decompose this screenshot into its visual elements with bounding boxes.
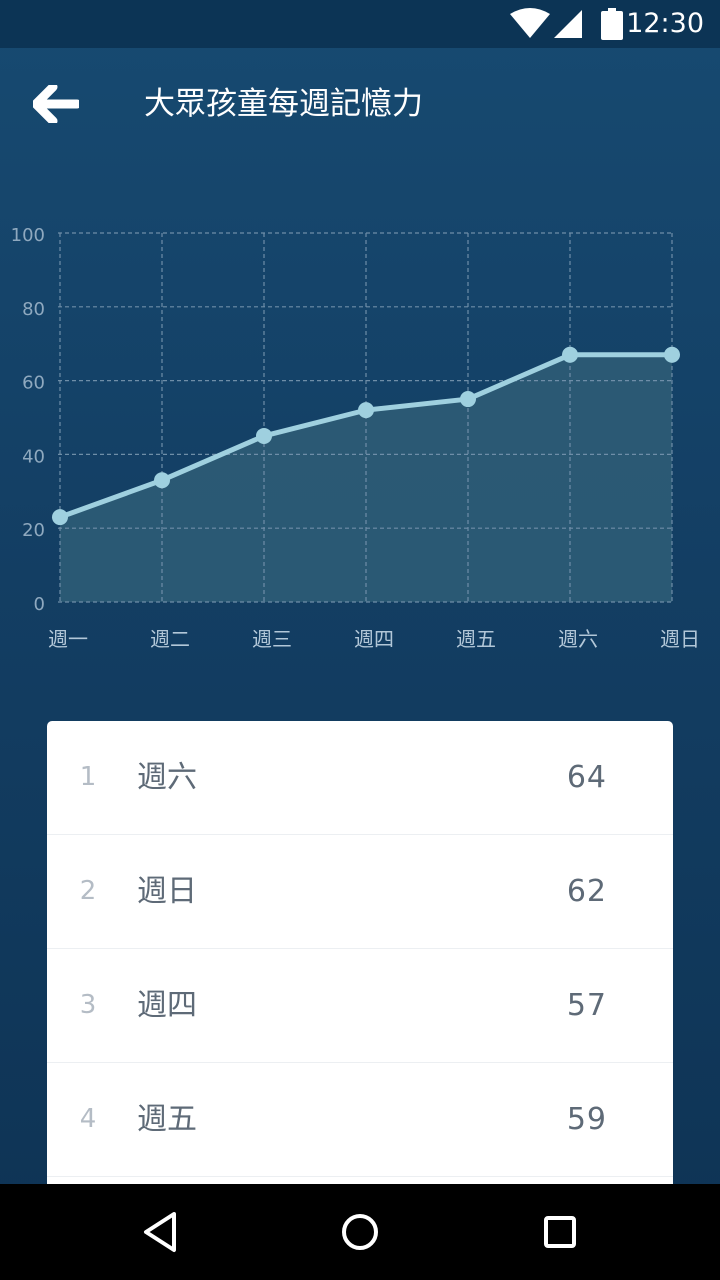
- ranking-value: 57: [566, 988, 607, 1023]
- ranking-row[interactable]: 3 週四 57: [47, 949, 673, 1063]
- chart-y-tick-label: 40: [22, 446, 45, 467]
- home-circle-icon: [342, 1214, 378, 1250]
- chart-data-point: [562, 346, 578, 363]
- chart-y-tick-label: 80: [22, 299, 45, 320]
- ranking-label: 週四: [137, 988, 197, 1023]
- ranking-value: 59: [566, 1102, 607, 1137]
- nav-back-button[interactable]: [124, 1204, 196, 1260]
- ranking-value: 62: [566, 874, 607, 909]
- wifi-icon: [510, 8, 550, 38]
- nav-bar: [0, 1184, 720, 1280]
- chart-data-point: [460, 391, 476, 408]
- chart-y-tick-label: 60: [22, 373, 45, 394]
- ranking-rank: 1: [79, 762, 97, 792]
- chart-data-point: [358, 402, 374, 419]
- ranking-row[interactable]: 2 週日 62: [47, 835, 673, 949]
- cell-signal-icon: [554, 10, 582, 38]
- chart-x-tick-label: 週二: [150, 627, 190, 651]
- ranking-label: 週五: [137, 1102, 197, 1137]
- chart-data-point: [664, 346, 680, 363]
- chart-data-point: [154, 472, 170, 489]
- memory-chart: 0 20 40 60 80 100 週一 週二 週三 週四 週五 週六 週日: [11, 225, 700, 651]
- chart-x-tick-label: 週六: [558, 627, 598, 651]
- app-bar: 大眾孩童每週記憶力: [0, 48, 720, 160]
- chart-x-tick-label: 週一: [48, 627, 88, 651]
- back-triangle-icon: [144, 1212, 176, 1252]
- chart-y-tick-label: 20: [22, 520, 45, 541]
- ranking-value: 64: [566, 760, 607, 795]
- status-time: 12:30: [626, 8, 704, 39]
- nav-home-button[interactable]: [324, 1204, 396, 1260]
- arrow-left-icon: [33, 85, 79, 123]
- page-title: 大眾孩童每週記憶力: [144, 86, 423, 122]
- chart-x-tick-label: 週三: [252, 627, 292, 651]
- chart-data-point: [52, 509, 68, 526]
- back-button[interactable]: [24, 78, 88, 130]
- status-icons: [510, 8, 623, 40]
- nav-recents-button[interactable]: [524, 1204, 596, 1260]
- chart-y-tick-label: 100: [11, 225, 45, 246]
- ranking-label: 週六: [137, 760, 197, 795]
- chart-x-tick-label: 週四: [354, 627, 394, 651]
- ranking-label: 週日: [137, 874, 197, 909]
- chart-x-tick-label: 週日: [660, 627, 700, 651]
- chart-y-tick-label: 0: [34, 594, 45, 615]
- ranking-rank: 4: [79, 1104, 97, 1134]
- recents-square-icon: [544, 1216, 576, 1248]
- ranking-row[interactable]: 1 週六 64: [47, 721, 673, 835]
- chart-data-point: [256, 427, 272, 444]
- ranking-card: 1 週六 64 2 週日 62 3 週四 57 4 週五 59: [47, 721, 673, 1191]
- ranking-rank: 3: [79, 990, 97, 1020]
- chart-x-tick-label: 週五: [456, 627, 496, 651]
- ranking-rank: 2: [79, 876, 97, 906]
- screen: 12:30 大眾孩童每週記憶力 0 20 40 60 80 100 週一 週二 週三 週四 週五 週六…: [0, 0, 720, 1280]
- ranking-row[interactable]: 4 週五 59: [47, 1063, 673, 1177]
- battery-icon: [601, 8, 623, 40]
- status-bar: 12:30: [0, 0, 720, 48]
